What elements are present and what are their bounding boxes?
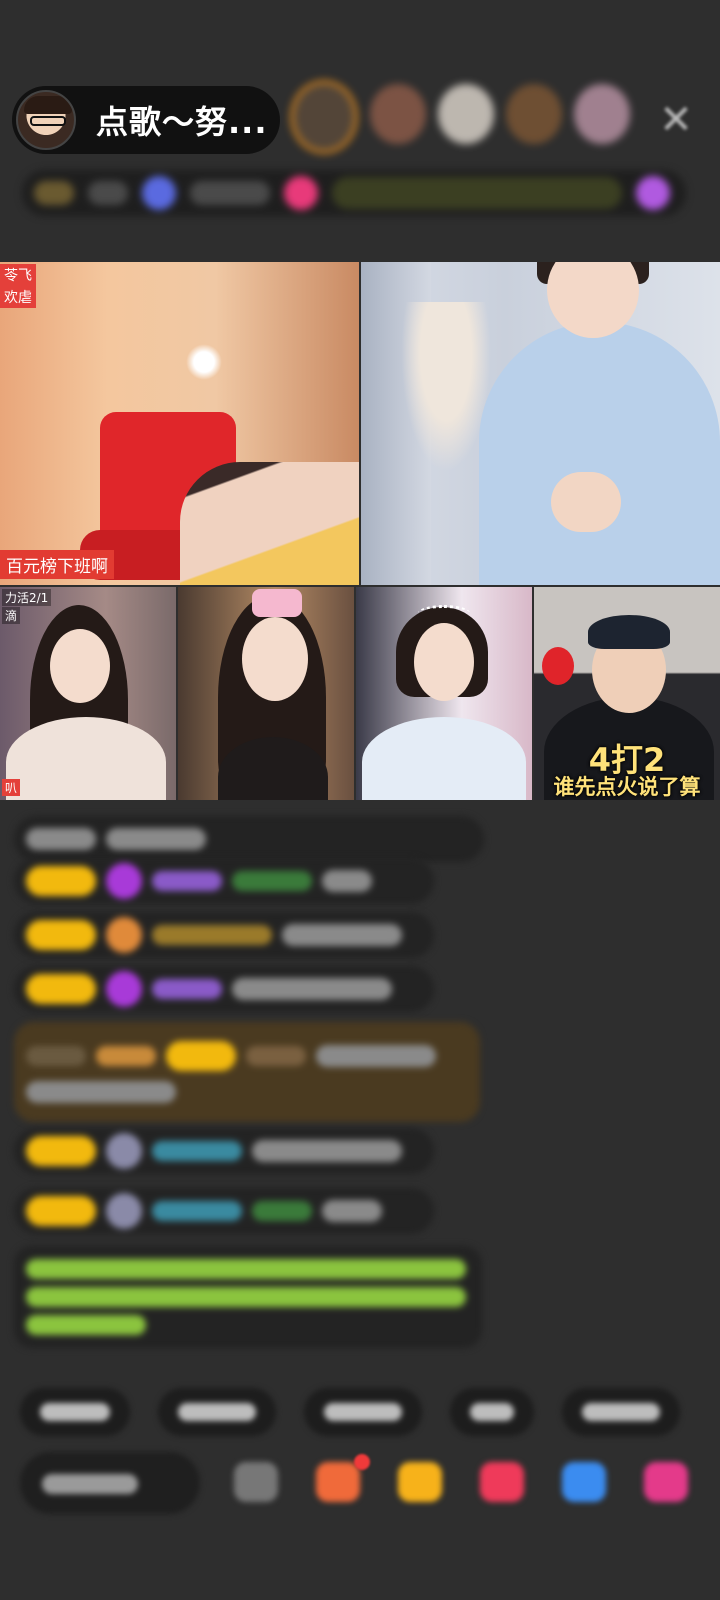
chat-message [14,816,484,862]
quick-reply-row [20,1388,680,1436]
video-tile-e[interactable] [356,587,532,800]
chat-message [14,1188,434,1234]
streamer-face [242,617,308,701]
lamp [186,344,222,380]
chat-message [14,858,434,904]
info-dot [636,176,670,210]
chat-message [14,912,434,958]
quick-reply-chip[interactable] [304,1388,422,1436]
heart-icon[interactable] [480,1462,524,1502]
video-tile-c[interactable]: 力活2/1 滴 叭 [0,587,176,800]
level-badge [26,974,96,1004]
host-name: 点歌～努... [96,103,268,141]
tile-tag: 力活2/1 [2,589,52,606]
viewer-avatar[interactable] [506,84,562,144]
streamer [180,462,359,585]
activity-chip[interactable] [332,177,622,209]
tiara [418,605,470,621]
viewer-avatar[interactable] [290,80,358,154]
video-tile-a[interactable]: 苓飞 欢虐 百元榜下班啊 [0,262,359,585]
tile-bottom-tag: 百元榜下班啊 [0,550,114,579]
room-info-strip[interactable] [22,170,686,216]
video-tile-d[interactable] [178,587,354,800]
streamer-hands [551,472,621,532]
close-icon[interactable]: ✕ [652,96,700,144]
streamer-hair [588,615,670,649]
streamer [479,322,720,585]
bottom-bar [20,1448,720,1518]
diamond-icon [106,971,142,1007]
viewer-avatar-list[interactable] [290,80,630,154]
chat-message [14,1128,434,1174]
avatar-hair [24,96,72,114]
user-icon [106,1133,142,1169]
gift-box-icon[interactable] [316,1462,360,1502]
host-info-pill[interactable]: 点歌～努... [12,86,280,154]
plant [401,302,491,472]
tile-tag: 滴 [2,607,21,624]
host-avatar[interactable] [16,90,76,150]
rank-chip [34,181,74,205]
toy [542,647,574,685]
viewer-avatar[interactable] [438,84,494,144]
quick-reply-chip[interactable] [158,1388,276,1436]
game-icon[interactable] [562,1462,606,1502]
tile-tag: 叭 [2,779,21,796]
level-badge [166,1041,236,1071]
tile-tag: 欢虐 [0,286,36,308]
level-badge [26,1196,96,1226]
user-icon [106,1193,142,1229]
streamer-outfit [6,717,166,800]
chat-message-highlight [14,1022,480,1122]
viewer-avatar[interactable] [574,84,630,144]
tile-tag: 苓飞 [0,264,36,286]
diamond-icon [106,863,142,899]
info-dot [284,176,318,210]
info-dot [142,176,176,210]
streamer-face [50,629,110,703]
streamer-outfit [362,717,526,800]
video-tile-b[interactable] [361,262,720,585]
treasure-icon[interactable] [398,1462,442,1502]
tile-overlay-subtitle: 谁先点火说了算 [553,775,701,799]
more-gift-icon[interactable] [644,1462,688,1502]
notification-dot [354,1454,370,1470]
system-notice [14,1246,482,1348]
info-chip [88,181,128,205]
quick-reply-chip[interactable] [450,1388,534,1436]
fan-icon [106,917,142,953]
quick-reply-chip[interactable] [562,1388,680,1436]
level-badge [26,920,96,950]
info-chip [190,181,270,205]
chat-message [14,966,434,1012]
emoji-icon[interactable] [234,1462,278,1502]
video-tile-f[interactable]: 4打2 谁先点火说了算 [534,587,720,800]
streamer-face [414,623,474,701]
hair-curler [252,589,302,617]
level-badge [26,1136,96,1166]
quick-reply-chip[interactable] [20,1388,130,1436]
chat-input[interactable] [20,1452,200,1514]
level-badge [26,866,96,896]
avatar-glasses [30,116,66,126]
viewer-avatar[interactable] [370,84,426,144]
